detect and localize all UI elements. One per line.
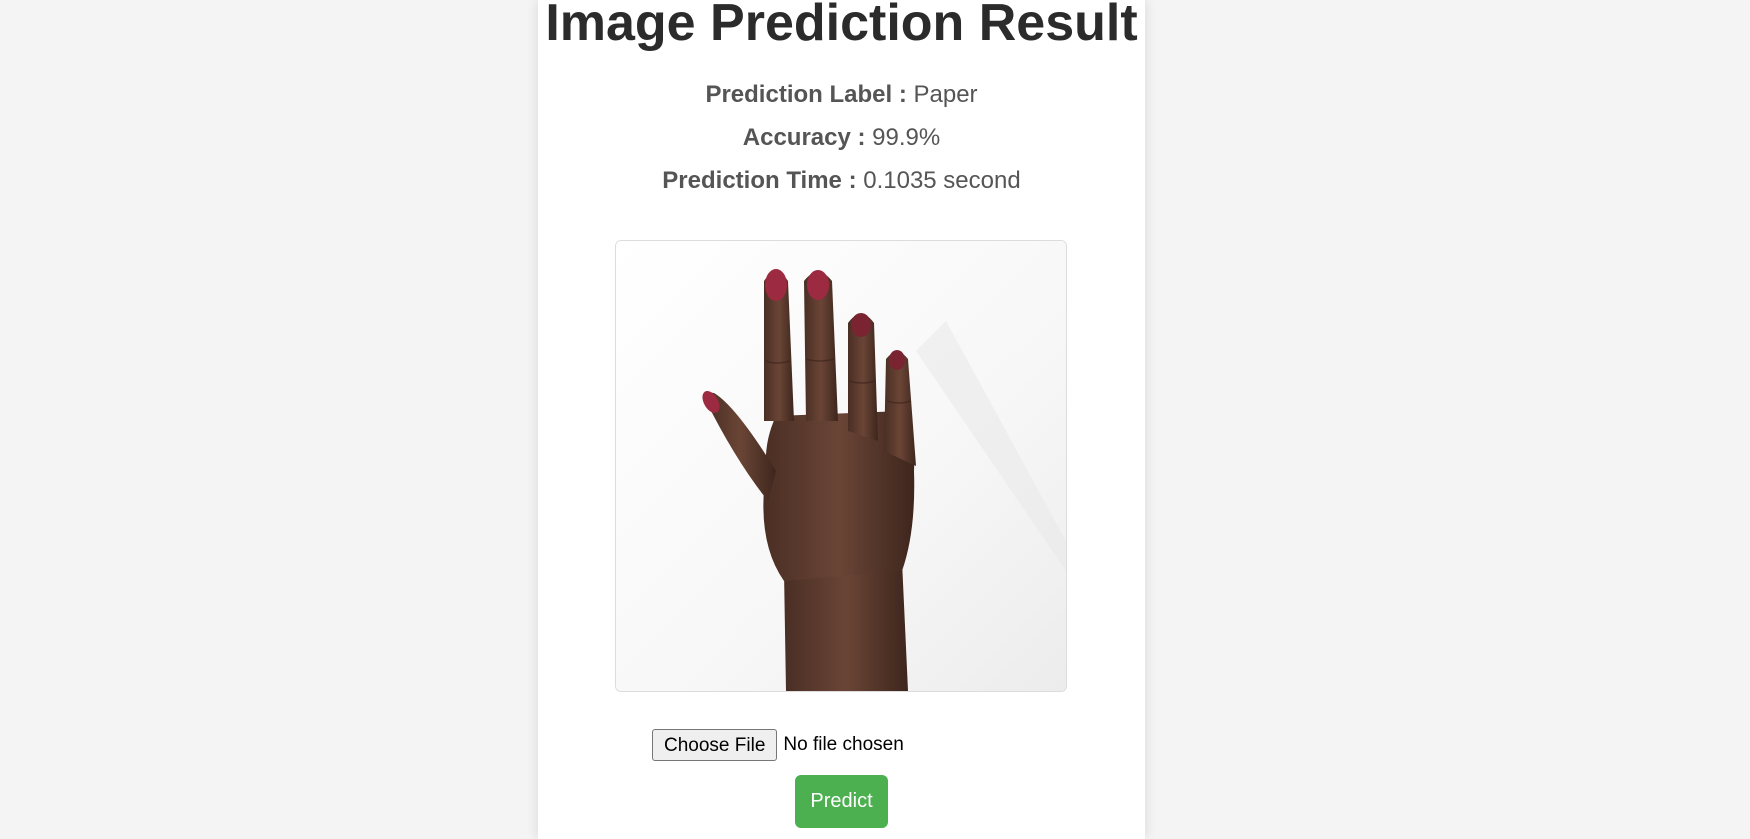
prediction-time-caption: Prediction Time : <box>662 167 857 194</box>
choose-file-button[interactable]: Choose File <box>652 729 778 761</box>
result-card: Image Prediction Result Prediction Label… <box>538 0 1145 839</box>
prediction-time-value: 0.1035 second <box>863 167 1021 194</box>
file-status: No file chosen <box>783 734 904 755</box>
file-upload: Choose File No file chosen <box>652 729 904 761</box>
prediction-time-row: Prediction Time : 0.1035 second <box>538 169 1145 193</box>
hand-image <box>616 241 1066 691</box>
page-title: Image Prediction Result <box>545 0 1138 52</box>
accuracy-caption: Accuracy : <box>742 124 866 151</box>
predict-button[interactable]: Predict <box>795 775 888 828</box>
prediction-label-value: Paper <box>913 81 978 108</box>
prediction-label-row: Prediction Label : Paper <box>538 83 1145 107</box>
uploaded-image <box>615 240 1067 692</box>
accuracy-row: Accuracy : 99.9% <box>538 126 1145 150</box>
accuracy-value: 99.9% <box>872 124 941 151</box>
prediction-label-caption: Prediction Label : <box>705 81 907 108</box>
